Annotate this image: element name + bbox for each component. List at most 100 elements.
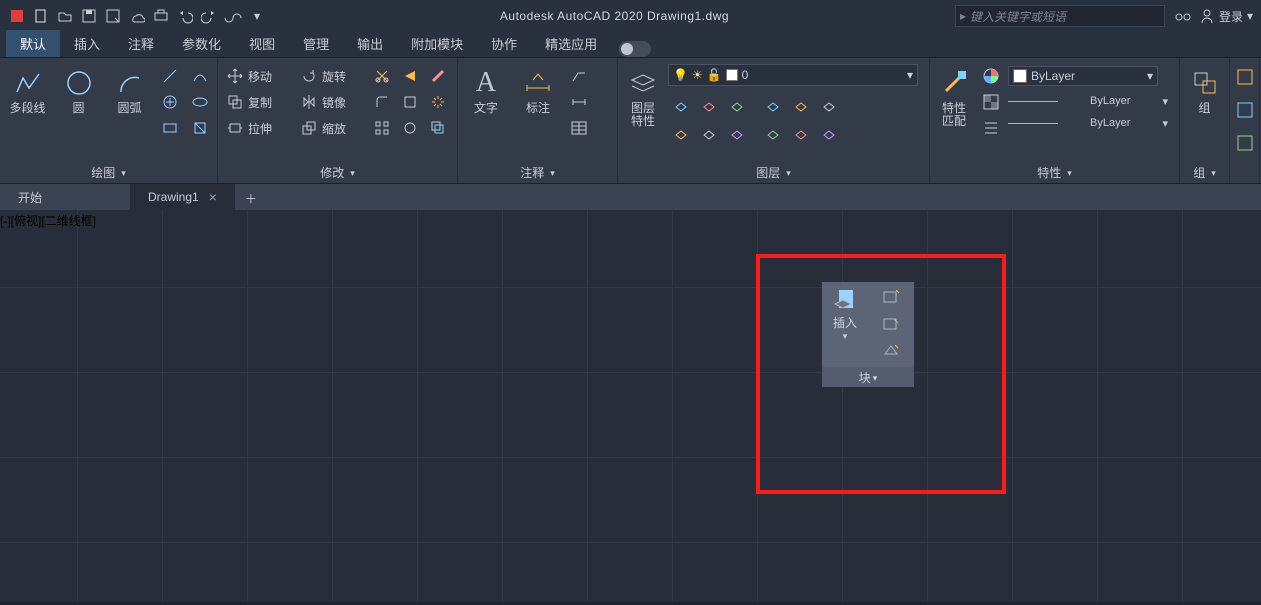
- layer-prev-icon[interactable]: [724, 120, 750, 146]
- linetype-combo[interactable]: ByLayer▾: [1008, 116, 1168, 130]
- layer-off-icon[interactable]: [668, 92, 694, 118]
- extra3-icon[interactable]: [1236, 134, 1254, 157]
- layer-combo[interactable]: 💡 ☀ 🔓 0 ▾: [668, 64, 918, 86]
- rect-small-icon[interactable]: [157, 116, 183, 140]
- app-menu-icon[interactable]: [6, 5, 28, 27]
- panel-layers: 图层 特性 💡 ☀ 🔓 0 ▾: [618, 58, 930, 183]
- plot-icon[interactable]: [150, 5, 172, 27]
- login-button[interactable]: 登录 ▾: [1199, 8, 1253, 25]
- layer-match-icon[interactable]: [696, 120, 722, 146]
- close-icon[interactable]: ×: [209, 189, 217, 205]
- lineweight-combo[interactable]: ByLayer▾: [1008, 94, 1168, 108]
- tab-default[interactable]: 默认: [6, 30, 60, 57]
- edit-block-icon[interactable]: [882, 315, 900, 334]
- dimension-button[interactable]: 标注: [514, 64, 562, 117]
- table-icon[interactable]: [566, 116, 592, 140]
- tab-annotate[interactable]: 注释: [114, 30, 168, 57]
- redo-icon[interactable]: [198, 5, 220, 27]
- cloud-icon[interactable]: [126, 5, 148, 27]
- spline-small-icon[interactable]: [187, 64, 213, 88]
- trim-icon[interactable]: [370, 64, 394, 88]
- float-panel-dropdown-icon[interactable]: [871, 370, 878, 384]
- binoculars-icon[interactable]: [1173, 6, 1193, 26]
- panel-props-dropdown-icon[interactable]: [1065, 165, 1072, 179]
- group-button[interactable]: 组: [1185, 64, 1225, 117]
- polyline-button[interactable]: 多段线: [4, 64, 51, 117]
- layer-properties-button[interactable]: 图层 特性: [622, 64, 664, 130]
- floating-block-panel[interactable]: 插入 ▾ 块: [822, 282, 914, 387]
- color-combo[interactable]: ByLayer▾: [1008, 66, 1158, 86]
- transparency-icon[interactable]: [978, 90, 1004, 114]
- tab-addins[interactable]: 附加模块: [397, 30, 477, 57]
- undo-icon[interactable]: [174, 5, 196, 27]
- drawing-canvas[interactable]: [-][俯视][二维线框] 插入 ▾ 块: [0, 210, 1261, 602]
- panel-annot-dropdown-icon[interactable]: [548, 165, 555, 179]
- open-icon[interactable]: [54, 5, 76, 27]
- fillet-icon[interactable]: [370, 90, 394, 114]
- create-block-icon[interactable]: [882, 288, 900, 307]
- ellipse-small-icon[interactable]: [187, 90, 213, 114]
- doc-tab-drawing1[interactable]: Drawing1×: [130, 184, 235, 210]
- doc-tab-add[interactable]: ＋: [239, 186, 263, 210]
- match-properties-button[interactable]: 特性 匹配: [934, 64, 974, 130]
- layer-t6-icon[interactable]: [816, 120, 842, 146]
- block-attr-icon[interactable]: [882, 342, 900, 361]
- mirror-button[interactable]: 镜像: [296, 90, 366, 114]
- tab-output[interactable]: 输出: [343, 30, 397, 57]
- panel-group-title: 组: [1193, 164, 1205, 181]
- leader-icon[interactable]: [566, 64, 592, 88]
- dim-linear-icon[interactable]: [566, 90, 592, 114]
- region-small-icon[interactable]: [187, 116, 213, 140]
- ribbon-toggle[interactable]: [619, 41, 651, 57]
- stretch-button[interactable]: 拉伸: [222, 116, 292, 140]
- explode-icon[interactable]: [426, 90, 450, 114]
- tab-manage[interactable]: 管理: [289, 30, 343, 57]
- saveas-icon[interactable]: [102, 5, 124, 27]
- erase-icon[interactable]: [426, 64, 450, 88]
- panel-group-dropdown-icon[interactable]: [1209, 165, 1216, 179]
- layer-t5-icon[interactable]: [788, 120, 814, 146]
- layer-t4-icon[interactable]: [760, 120, 786, 146]
- layer-t3-icon[interactable]: [816, 92, 842, 118]
- tab-insert[interactable]: 插入: [60, 30, 114, 57]
- tab-collaborate[interactable]: 协作: [477, 30, 531, 57]
- array-icon[interactable]: [370, 116, 394, 140]
- offset-icon[interactable]: [426, 116, 450, 140]
- share-icon[interactable]: [222, 5, 244, 27]
- panel-modify-dropdown-icon[interactable]: [348, 165, 355, 179]
- tab-featured[interactable]: 精选应用: [531, 30, 611, 57]
- search-input[interactable]: 键入关键字或短语: [955, 5, 1165, 27]
- layer-lock-icon[interactable]: [724, 92, 750, 118]
- mod-b-icon[interactable]: [398, 90, 422, 114]
- arc-button[interactable]: 圆弧: [106, 64, 153, 117]
- circle-button[interactable]: 圆: [55, 64, 102, 117]
- color-wheel-icon[interactable]: [978, 64, 1004, 88]
- new-icon[interactable]: [30, 5, 52, 27]
- save-icon[interactable]: [78, 5, 100, 27]
- text-button[interactable]: A 文字: [462, 64, 510, 117]
- panel-draw-dropdown-icon[interactable]: [119, 165, 126, 179]
- layer-freeze-icon[interactable]: [696, 92, 722, 118]
- list-icon[interactable]: [978, 116, 1004, 140]
- hatch-small-icon[interactable]: [157, 90, 183, 114]
- mod-c-icon[interactable]: [398, 116, 422, 140]
- rotate-button[interactable]: 旋转: [296, 64, 366, 88]
- tab-parametric[interactable]: 参数化: [168, 30, 235, 57]
- qat-dropdown-icon[interactable]: ▾: [246, 5, 268, 27]
- scale-button[interactable]: 缩放: [296, 116, 366, 140]
- panel-annotate-title: 注释: [520, 164, 544, 181]
- layer-t2-icon[interactable]: [788, 92, 814, 118]
- layer-iso-icon[interactable]: [668, 120, 694, 146]
- extra2-icon[interactable]: [1236, 101, 1254, 124]
- insert-block-button[interactable]: 插入 ▾: [822, 282, 868, 367]
- panel-layers-dropdown-icon[interactable]: [784, 165, 791, 179]
- doc-tab-start[interactable]: 开始: [0, 184, 130, 210]
- copy-button[interactable]: 复制: [222, 90, 292, 114]
- move-button[interactable]: 移动: [222, 64, 292, 88]
- layer-t1-icon[interactable]: [760, 92, 786, 118]
- viewport-label[interactable]: [-][俯视][二维线框]: [0, 212, 96, 229]
- extra1-icon[interactable]: [1236, 68, 1254, 91]
- mod-a-icon[interactable]: [398, 64, 422, 88]
- tab-view[interactable]: 视图: [235, 30, 289, 57]
- line-small-icon[interactable]: [157, 64, 183, 88]
